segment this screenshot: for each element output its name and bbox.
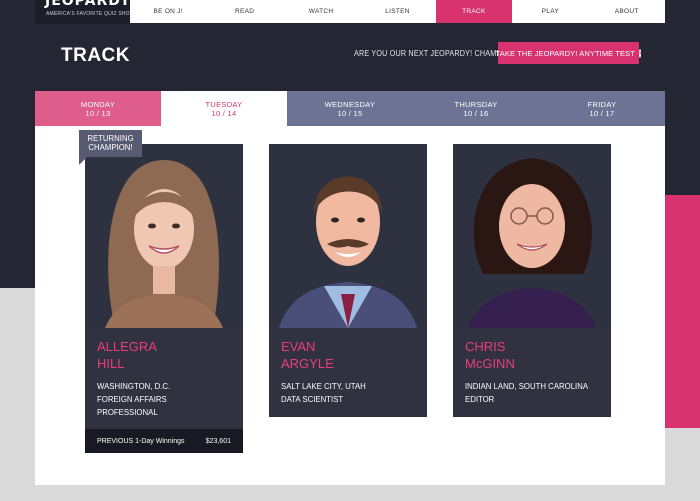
main-nav: BE ON J! READ WATCH LISTEN TRACK PLAY AB… — [130, 0, 665, 23]
nav-item-be-on-j[interactable]: BE ON J! — [130, 0, 206, 23]
arrow-right-icon: › — [638, 48, 642, 58]
badge-line-2: CHAMPION! — [88, 143, 133, 152]
nav-item-play[interactable]: PLAY — [512, 0, 588, 23]
contestant-first-name: EVAN — [281, 339, 316, 354]
right-edge-accent — [665, 195, 700, 428]
contestant-card-chris-mcginn[interactable]: CHRIS McGINN INDIAN LAND, SOUTH CAROLINA… — [453, 144, 611, 417]
contestant-location: SALT LAKE CITY, UTAH — [281, 382, 366, 391]
contestant-occupation: DATA SCIENTIST — [281, 395, 344, 404]
badge-tail — [79, 157, 87, 165]
page-title: TRACK — [61, 45, 130, 66]
tab-date-label: 10 / 17 — [589, 108, 615, 118]
badge-line-1: RETURNING — [87, 134, 134, 143]
logo-tagline: AMERICA'S FAVORITE QUIZ SHOW — [46, 11, 135, 17]
contestant-photo — [269, 144, 427, 328]
tab-day-label: TUESDAY — [205, 99, 243, 109]
nav-item-read[interactable]: READ — [206, 0, 282, 23]
contestant-occupation: EDITOR — [465, 395, 495, 404]
returning-champion-badge: RETURNING CHAMPION! — [79, 130, 142, 157]
nav-item-track[interactable]: TRACK — [435, 0, 513, 23]
tab-tuesday[interactable]: TUESDAY 10 / 14 — [161, 91, 287, 126]
day-tabs: MONDAY 10 / 13 TUESDAY 10 / 14 WEDNESDAY… — [35, 91, 665, 126]
promo-text: ARE YOU OUR NEXT JEOPARDY! CHAMPION? — [354, 49, 519, 58]
jeopardy-logo[interactable]: JEOPARDY! AMERICA'S FAVORITE QUIZ SHOW — [35, 0, 137, 24]
logo-wordmark: JEOPARDY! — [45, 0, 139, 9]
anytime-test-button[interactable]: TAKE THE JEOPARDY! ANYTIME TEST › — [495, 42, 642, 64]
contestant-occupation-cont: PROFESSIONAL — [97, 408, 158, 417]
anytime-test-label: TAKE THE JEOPARDY! ANYTIME TEST — [495, 48, 635, 58]
contestant-location: WASHINGTON, D.C. — [97, 382, 171, 391]
tab-monday[interactable]: MONDAY 10 / 13 — [35, 91, 161, 126]
tab-friday[interactable]: FRIDAY 10 / 17 — [539, 91, 665, 126]
winnings-label: PREVIOUS 1-Day Winnings — [97, 437, 185, 445]
right-edge-dark — [665, 0, 700, 195]
tab-day-label: MONDAY — [80, 99, 116, 109]
tab-date-label: 10 / 14 — [211, 108, 237, 118]
tab-day-label: THURSDAY — [454, 99, 498, 109]
contestant-last-name: McGINN — [465, 356, 515, 371]
contestant-first-name: CHRIS — [465, 339, 506, 354]
tab-day-label: WEDNESDAY — [324, 99, 376, 109]
contestant-photo — [85, 144, 243, 328]
tab-wednesday[interactable]: WEDNESDAY 10 / 15 — [287, 91, 413, 126]
contestant-card-allegra-hill[interactable]: ALLEGRA HILL WASHINGTON, D.C. FOREIGN AF… — [85, 144, 243, 453]
tab-thursday[interactable]: THURSDAY 10 / 16 — [413, 91, 539, 126]
tab-day-label: FRIDAY — [587, 99, 617, 109]
contestant-last-name: HILL — [97, 356, 125, 371]
contestant-location: INDIAN LAND, SOUTH CAROLINA — [465, 382, 589, 391]
contestant-last-name: ARGYLE — [281, 356, 334, 371]
contestant-occupation: FOREIGN AFFAIRS — [97, 395, 167, 404]
contestant-first-name: ALLEGRA — [97, 339, 157, 354]
contestant-card-evan-argyle[interactable]: EVAN ARGYLE SALT LAKE CITY, UTAH DATA SC… — [269, 144, 427, 417]
tab-date-label: 10 / 16 — [463, 108, 489, 118]
tab-date-label: 10 / 13 — [85, 108, 111, 118]
winnings-value: $23,601 — [205, 437, 231, 445]
tab-date-label: 10 / 15 — [337, 108, 363, 118]
nav-item-about[interactable]: ABOUT — [589, 0, 665, 23]
nav-item-listen[interactable]: LISTEN — [359, 0, 435, 23]
contestant-photo — [453, 144, 611, 328]
previous-winnings: PREVIOUS 1-Day Winnings $23,601 — [85, 429, 243, 453]
nav-item-watch[interactable]: WATCH — [283, 0, 359, 23]
